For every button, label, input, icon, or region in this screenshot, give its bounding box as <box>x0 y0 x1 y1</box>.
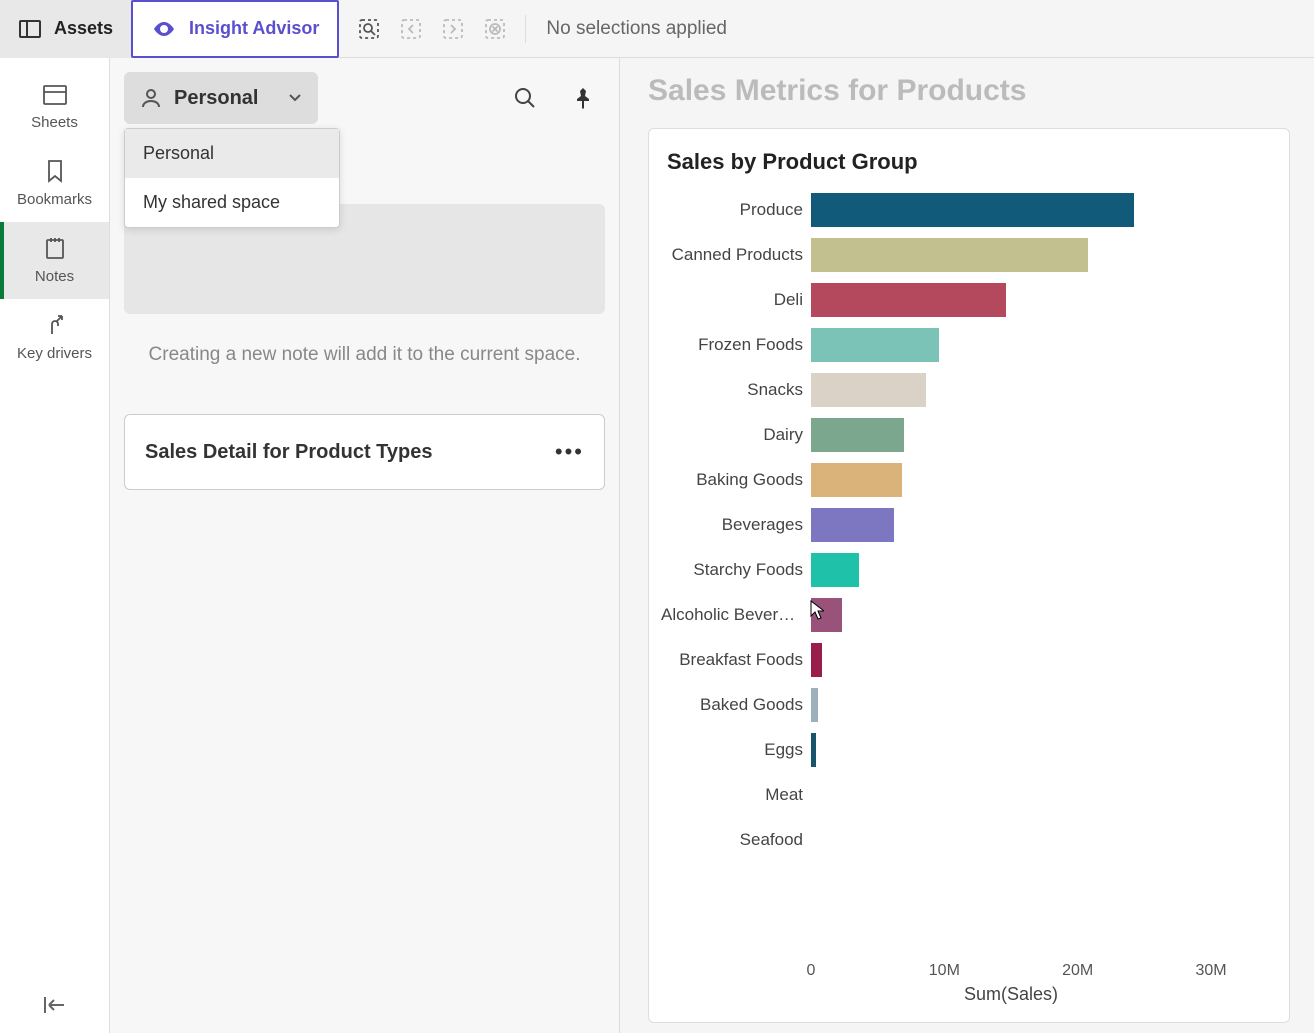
rail-label: Key drivers <box>17 345 92 362</box>
panel-icon <box>18 17 42 41</box>
notes-icon <box>44 236 66 260</box>
insight-advisor-button[interactable]: Insight Advisor <box>131 0 339 58</box>
bar-label: Eggs <box>661 740 811 760</box>
note-card-more-button[interactable]: ••• <box>555 439 584 465</box>
bar-label: Alcoholic Bevera… <box>661 605 811 625</box>
dropdown-item-personal[interactable]: Personal <box>125 129 339 178</box>
bar[interactable] <box>811 643 822 677</box>
bar-row[interactable]: Frozen Foods <box>661 328 939 362</box>
bookmark-icon <box>45 159 65 183</box>
helper-text: Creating a new note will add it to the c… <box>124 344 605 366</box>
pin-icon <box>573 87 593 109</box>
chart-title: Sales by Product Group <box>661 149 1267 175</box>
space-dropdown-menu: Personal My shared space <box>124 128 340 228</box>
axis-tick: 20M <box>1062 962 1093 980</box>
search-notes-button[interactable] <box>503 76 547 120</box>
bar-row[interactable]: Canned Products <box>661 238 1088 272</box>
bar-row[interactable]: Snacks <box>661 373 926 407</box>
rail-item-notes[interactable]: Notes <box>0 222 109 299</box>
axis-tick: 0 <box>807 962 816 980</box>
bar-row[interactable]: Seafood <box>661 823 811 857</box>
panel-title: Sales Metrics for Products <box>648 74 1290 108</box>
search-icon <box>513 86 537 110</box>
chart-plot-area[interactable]: Produce Canned Products Deli Frozen Foods Sn… <box>661 185 1267 1012</box>
bar-label: Meat <box>661 785 811 805</box>
step-forward-icon[interactable] <box>439 15 467 43</box>
bar-label: Produce <box>661 200 811 220</box>
bar-label: Baking Goods <box>661 470 811 490</box>
rail-label: Sheets <box>31 114 78 131</box>
bar-row[interactable]: Dairy <box>661 418 904 452</box>
no-selections-text: No selections applied <box>526 18 747 40</box>
bar-label: Baked Goods <box>661 695 811 715</box>
space-selected-label: Personal <box>174 87 258 110</box>
bar-row[interactable]: Baked Goods <box>661 688 818 722</box>
left-rail: Sheets Bookmarks Notes Key drivers <box>0 58 110 1033</box>
bar-label: Snacks <box>661 380 811 400</box>
notes-pane: Personal Personal My shared space Creati… <box>110 58 620 1033</box>
bar-row[interactable]: Baking Goods <box>661 463 902 497</box>
bar-row[interactable]: Alcoholic Bevera… <box>661 598 842 632</box>
bar[interactable] <box>811 328 939 362</box>
bar-label: Seafood <box>661 830 811 850</box>
bar[interactable] <box>811 688 818 722</box>
bar[interactable] <box>811 283 1006 317</box>
bar-label: Dairy <box>661 425 811 445</box>
rail-item-keydrivers[interactable]: Key drivers <box>0 299 109 376</box>
bar-row[interactable]: Starchy Foods <box>661 553 859 587</box>
note-card-title: Sales Detail for Product Types <box>145 441 433 464</box>
pin-button[interactable] <box>561 76 605 120</box>
collapse-rail-button[interactable] <box>42 995 68 1015</box>
eye-icon <box>151 19 177 39</box>
dropdown-item-shared[interactable]: My shared space <box>125 178 339 227</box>
chevron-down-icon <box>288 93 302 103</box>
bar-row[interactable]: Beverages <box>661 508 894 542</box>
bar-label: Deli <box>661 290 811 310</box>
keydrivers-icon <box>43 313 67 337</box>
rail-label: Bookmarks <box>17 191 92 208</box>
axis-tick: 30M <box>1195 962 1226 980</box>
collapse-icon <box>42 995 68 1015</box>
bar-label: Frozen Foods <box>661 335 811 355</box>
axis-tick: 10M <box>929 962 960 980</box>
bar[interactable] <box>811 733 816 767</box>
selection-tools <box>339 15 526 43</box>
bar[interactable] <box>811 418 904 452</box>
bar-row[interactable]: Meat <box>661 778 811 812</box>
bar[interactable] <box>811 373 926 407</box>
rail-item-sheets[interactable]: Sheets <box>0 70 109 145</box>
bar[interactable] <box>811 463 902 497</box>
bar[interactable] <box>811 193 1134 227</box>
rail-label: Notes <box>35 268 74 285</box>
assets-label: Assets <box>54 18 113 39</box>
sheets-icon <box>42 84 68 106</box>
x-axis-label: Sum(Sales) <box>661 984 1211 1005</box>
insight-label: Insight Advisor <box>189 18 319 39</box>
bar-row[interactable]: Deli <box>661 283 1006 317</box>
bar-label: Canned Products <box>661 245 811 265</box>
chart-card: Sales by Product Group Produce Canned Pro… <box>648 128 1290 1023</box>
smart-search-icon[interactable] <box>355 15 383 43</box>
bar[interactable] <box>811 553 859 587</box>
bar[interactable] <box>811 508 894 542</box>
bar-row[interactable]: Eggs <box>661 733 816 767</box>
bar-row[interactable]: Breakfast Foods <box>661 643 822 677</box>
note-card[interactable]: Sales Detail for Product Types ••• <box>124 414 605 490</box>
assets-button[interactable]: Assets <box>0 0 132 58</box>
bar-row[interactable]: Produce <box>661 193 1134 227</box>
person-icon <box>140 87 162 109</box>
clear-selections-icon[interactable] <box>481 15 509 43</box>
rail-item-bookmarks[interactable]: Bookmarks <box>0 145 109 222</box>
bar[interactable] <box>811 598 842 632</box>
bar[interactable] <box>811 238 1088 272</box>
top-toolbar: Assets Insight Advisor No selections app… <box>0 0 1314 58</box>
bar-label: Beverages <box>661 515 811 535</box>
step-back-icon[interactable] <box>397 15 425 43</box>
space-dropdown[interactable]: Personal <box>124 72 318 124</box>
chart-pane: Sales Metrics for Products Sales by Prod… <box>620 58 1314 1033</box>
bar-label: Breakfast Foods <box>661 650 811 670</box>
bar-label: Starchy Foods <box>661 560 811 580</box>
